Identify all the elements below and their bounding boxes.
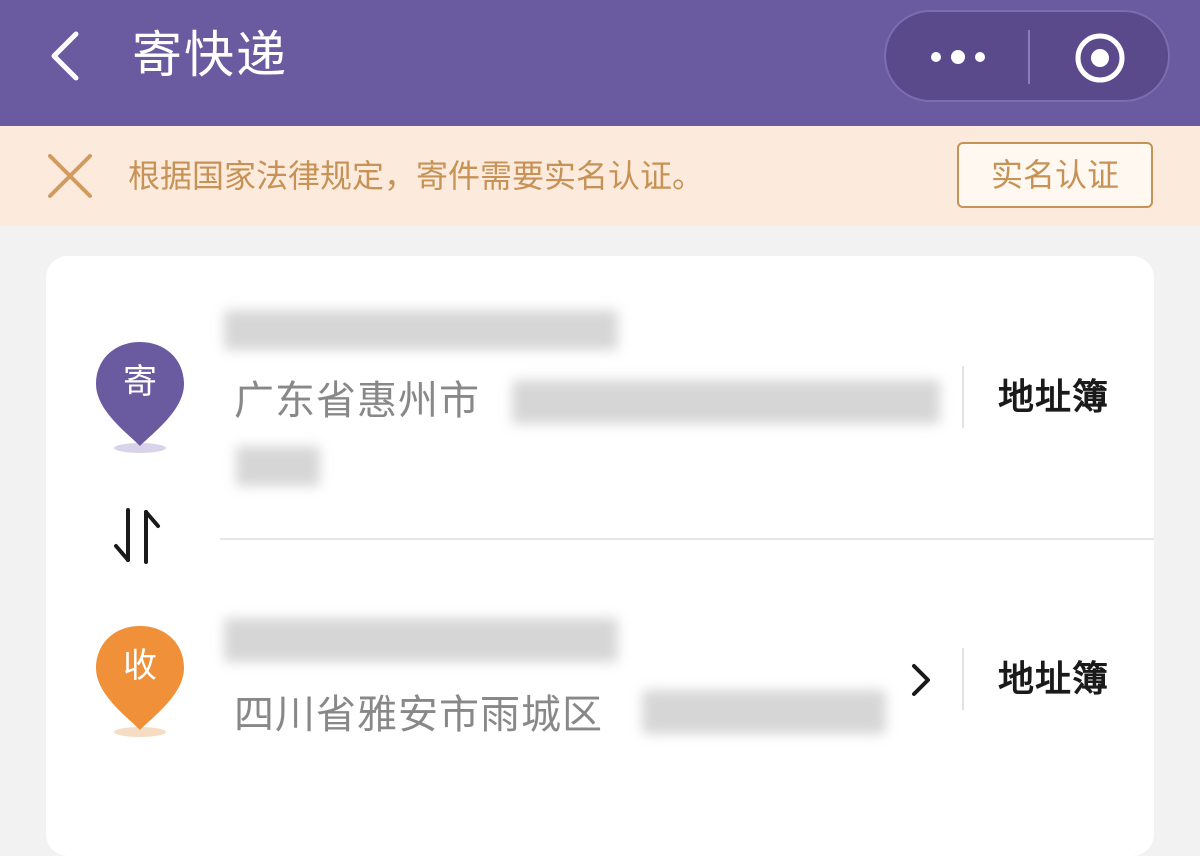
receiver-address-redacted [642, 690, 886, 734]
sender-pin: 寄 [92, 340, 188, 460]
sender-name-redacted [224, 310, 618, 350]
real-name-verify-button[interactable]: 实名认证 [957, 142, 1153, 208]
mini-program-capsule [884, 10, 1170, 102]
more-dots-icon[interactable] [916, 34, 1000, 80]
sender-address-redacted [512, 380, 940, 424]
receiver-address-book-link[interactable]: 地址簿 [998, 656, 1109, 704]
receiver-pin: 收 [92, 624, 188, 744]
app-header: 寄快递 [0, 0, 1200, 126]
sender-divider [962, 366, 964, 428]
receiver-badge: 收 [123, 646, 157, 686]
close-icon[interactable] [44, 150, 96, 202]
sender-address-book-link[interactable]: 地址簿 [998, 374, 1109, 422]
back-icon[interactable] [38, 24, 94, 88]
sender-badge: 寄 [123, 362, 157, 402]
receiver-name-redacted [224, 618, 618, 662]
real-name-notice: 根据国家法律规定，寄件需要实名认证。 实名认证 [0, 126, 1200, 226]
notice-text: 根据国家法律规定，寄件需要实名认证。 [128, 157, 705, 195]
address-card: 寄 广东省惠州市 地址簿 收 四川省雅安市雨城区 地址簿 [46, 256, 1154, 856]
receiver-divider [962, 648, 964, 710]
target-icon[interactable] [1072, 30, 1128, 86]
capsule-divider [1028, 30, 1030, 84]
swap-arrows-icon[interactable] [106, 506, 166, 566]
sender-address-line2-redacted [236, 446, 320, 486]
sender-address: 广东省惠州市 [234, 378, 480, 424]
receiver-address: 四川省雅安市雨城区 [234, 692, 603, 738]
chevron-right-icon[interactable] [908, 660, 934, 700]
page-title: 寄快递 [132, 26, 288, 84]
address-divider [220, 538, 1154, 540]
